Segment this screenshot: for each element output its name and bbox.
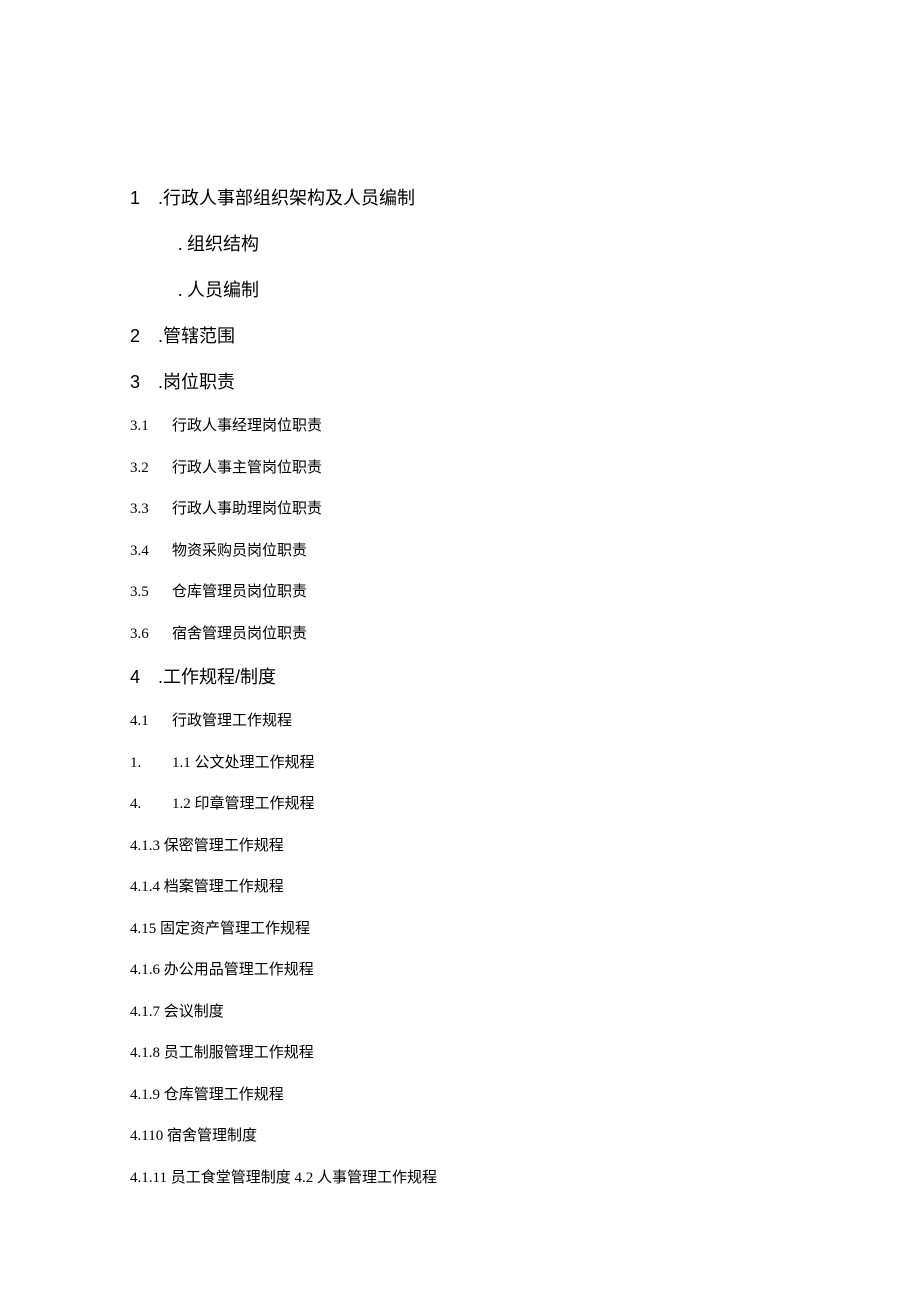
toc-title: 4.110 宿舍管理制度 bbox=[130, 1128, 257, 1144]
toc-number: 1. bbox=[130, 752, 172, 775]
toc-title: 行政管理工作规程 bbox=[172, 713, 292, 729]
toc-title: 1.1 公文处理工作规程 bbox=[172, 755, 315, 771]
toc-number: 3.4 bbox=[130, 540, 172, 563]
toc-entry: 4.1.8 员工制服管理工作规程 bbox=[130, 1042, 790, 1065]
toc-title: 仓库管理员岗位职责 bbox=[172, 584, 307, 600]
table-of-contents: 1.行政人事部组织架构及人员编制 . 组织结构 . 人员编制 2.管辖范围 3.岗位职责… bbox=[130, 185, 790, 1189]
toc-title: 4.1.9 仓库管理工作规程 bbox=[130, 1087, 284, 1103]
toc-title: . 人员编制 bbox=[178, 280, 259, 300]
toc-title: .工作规程/制度 bbox=[158, 667, 276, 687]
toc-entry: 3.岗位职责 bbox=[130, 369, 790, 396]
toc-entry: . 人员编制 bbox=[130, 277, 790, 304]
toc-title: 行政人事经理岗位职责 bbox=[172, 418, 322, 434]
toc-number: 3.5 bbox=[130, 581, 172, 604]
toc-title: .管辖范围 bbox=[158, 326, 235, 346]
toc-entry: 4.1.9 仓库管理工作规程 bbox=[130, 1084, 790, 1107]
toc-number: 3.3 bbox=[130, 498, 172, 521]
toc-entry: 4.1.3 保密管理工作规程 bbox=[130, 835, 790, 858]
toc-title: 宿舍管理员岗位职责 bbox=[172, 626, 307, 642]
toc-number: 1 bbox=[130, 185, 158, 212]
toc-entry: 4.15 固定资产管理工作规程 bbox=[130, 918, 790, 941]
toc-title: 4.1.11 员工食堂管理制度 4.2 人事管理工作规程 bbox=[130, 1170, 437, 1186]
toc-number: 3.1 bbox=[130, 415, 172, 438]
toc-title: . 组织结构 bbox=[178, 234, 259, 254]
toc-entry: 3.2行政人事主管岗位职责 bbox=[130, 457, 790, 480]
toc-number: 4 bbox=[130, 664, 158, 691]
toc-entry: 4.1.4 档案管理工作规程 bbox=[130, 876, 790, 899]
toc-entry: 4.1.11 员工食堂管理制度 4.2 人事管理工作规程 bbox=[130, 1167, 790, 1190]
toc-entry: 3.6宿舍管理员岗位职责 bbox=[130, 623, 790, 646]
toc-title: 4.1.3 保密管理工作规程 bbox=[130, 838, 284, 854]
toc-number: 3.2 bbox=[130, 457, 172, 480]
toc-entry: 3.1行政人事经理岗位职责 bbox=[130, 415, 790, 438]
toc-title: .岗位职责 bbox=[158, 372, 235, 392]
toc-entry: 4.1.2 印章管理工作规程 bbox=[130, 793, 790, 816]
toc-title: 4.15 固定资产管理工作规程 bbox=[130, 921, 310, 937]
toc-title: 4.1.7 会议制度 bbox=[130, 1004, 224, 1020]
toc-title: 行政人事主管岗位职责 bbox=[172, 460, 322, 476]
toc-title: 物资采购员岗位职责 bbox=[172, 543, 307, 559]
toc-title: 4.1.6 办公用品管理工作规程 bbox=[130, 962, 314, 978]
toc-entry: 4.1.7 会议制度 bbox=[130, 1001, 790, 1024]
toc-entry: 3.4物资采购员岗位职责 bbox=[130, 540, 790, 563]
toc-entry: 1.1.1 公文处理工作规程 bbox=[130, 752, 790, 775]
toc-number: 4.1 bbox=[130, 710, 172, 733]
toc-entry: 2.管辖范围 bbox=[130, 323, 790, 350]
toc-entry: 4.工作规程/制度 bbox=[130, 664, 790, 691]
toc-entry: 3.3行政人事助理岗位职责 bbox=[130, 498, 790, 521]
toc-title: 行政人事助理岗位职责 bbox=[172, 501, 322, 517]
toc-entry: 4.1行政管理工作规程 bbox=[130, 710, 790, 733]
toc-number: 4. bbox=[130, 793, 172, 816]
toc-entry: 4.1.6 办公用品管理工作规程 bbox=[130, 959, 790, 982]
toc-number: 3 bbox=[130, 369, 158, 396]
toc-entry: 1.行政人事部组织架构及人员编制 bbox=[130, 185, 790, 212]
toc-entry: 4.110 宿舍管理制度 bbox=[130, 1125, 790, 1148]
toc-entry: 3.5仓库管理员岗位职责 bbox=[130, 581, 790, 604]
toc-number: 2 bbox=[130, 323, 158, 350]
toc-entry: . 组织结构 bbox=[130, 231, 790, 258]
toc-title: 1.2 印章管理工作规程 bbox=[172, 796, 315, 812]
toc-title: 4.1.4 档案管理工作规程 bbox=[130, 879, 284, 895]
toc-title: .行政人事部组织架构及人员编制 bbox=[158, 188, 415, 208]
toc-title: 4.1.8 员工制服管理工作规程 bbox=[130, 1045, 314, 1061]
toc-number: 3.6 bbox=[130, 623, 172, 646]
